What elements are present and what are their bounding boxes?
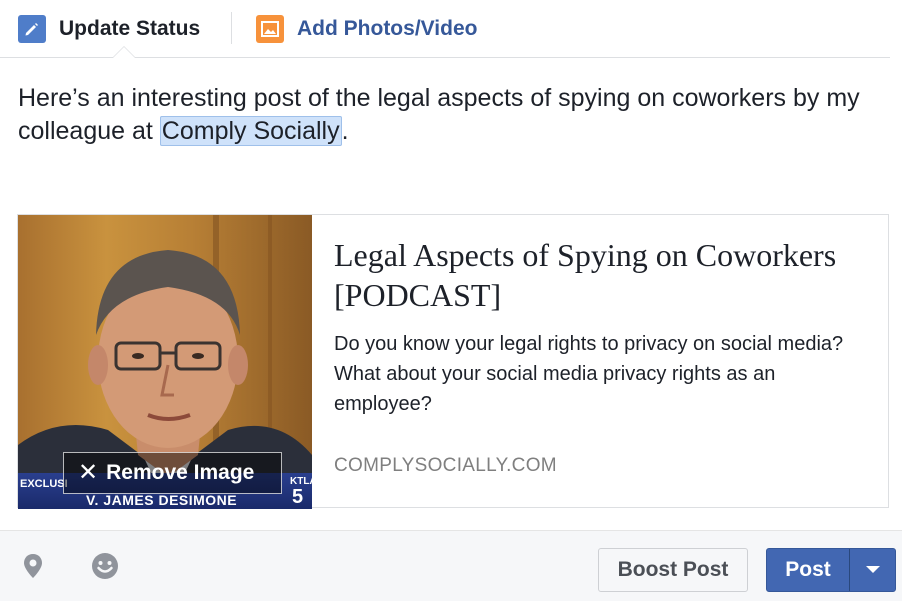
post-menu-dropdown[interactable]: [850, 549, 895, 591]
remove-image-button[interactable]: ✕ Remove Image: [63, 452, 282, 494]
link-preview-thumbnail: EXCLUSI V. JAMES DESIMONE KTLA 5 ✕ Remov…: [18, 215, 312, 509]
photo-icon: [256, 15, 284, 43]
boost-post-button[interactable]: Boost Post: [598, 548, 748, 592]
active-tab-caret: [112, 46, 136, 58]
link-preview-domain: COMPLYSOCIALLY.COM: [334, 455, 557, 476]
status-text-before: Here’s an interesting post of the legal …: [18, 84, 860, 145]
remove-image-label: Remove Image: [106, 461, 255, 484]
tab-add-photos-video[interactable]: Add Photos/Video: [256, 14, 477, 44]
post-button-group: Post: [766, 548, 896, 592]
link-preview-card[interactable]: EXCLUSI V. JAMES DESIMONE KTLA 5 ✕ Remov…: [17, 214, 889, 509]
close-icon: ✕: [78, 459, 99, 486]
location-pin-icon[interactable]: [18, 551, 48, 581]
news-channel-number: 5: [292, 486, 304, 508]
tab-update-status[interactable]: Update Status: [18, 14, 200, 44]
tab-update-status-label: Update Status: [59, 17, 201, 40]
link-preview-title[interactable]: Legal Aspects of Spying on Coworkers [PO…: [334, 235, 874, 315]
composer-tabs: Update Status Add Photos/Video: [0, 0, 890, 58]
smiley-icon[interactable]: [90, 551, 120, 581]
tab-divider: [231, 12, 232, 44]
news-overlay-left: EXCLUSI: [20, 478, 68, 490]
chevron-down-icon: [865, 566, 880, 573]
link-preview-description: Do you know your legal rights to privacy…: [334, 333, 844, 415]
tab-add-photos-video-label: Add Photos/Video: [297, 17, 478, 40]
status-text-after: .: [341, 117, 349, 145]
link-preview-body: Legal Aspects of Spying on Coworkers [PO…: [334, 235, 874, 419]
post-button[interactable]: Post: [767, 549, 849, 591]
status-input[interactable]: Here’s an interesting post of the legal …: [18, 82, 878, 148]
composer-footer: Boost Post Post: [0, 530, 902, 601]
news-nameplate: V. JAMES DESIMONE: [86, 492, 238, 508]
pencil-icon: [18, 15, 46, 43]
mention-tag[interactable]: Comply Socially: [159, 116, 342, 146]
